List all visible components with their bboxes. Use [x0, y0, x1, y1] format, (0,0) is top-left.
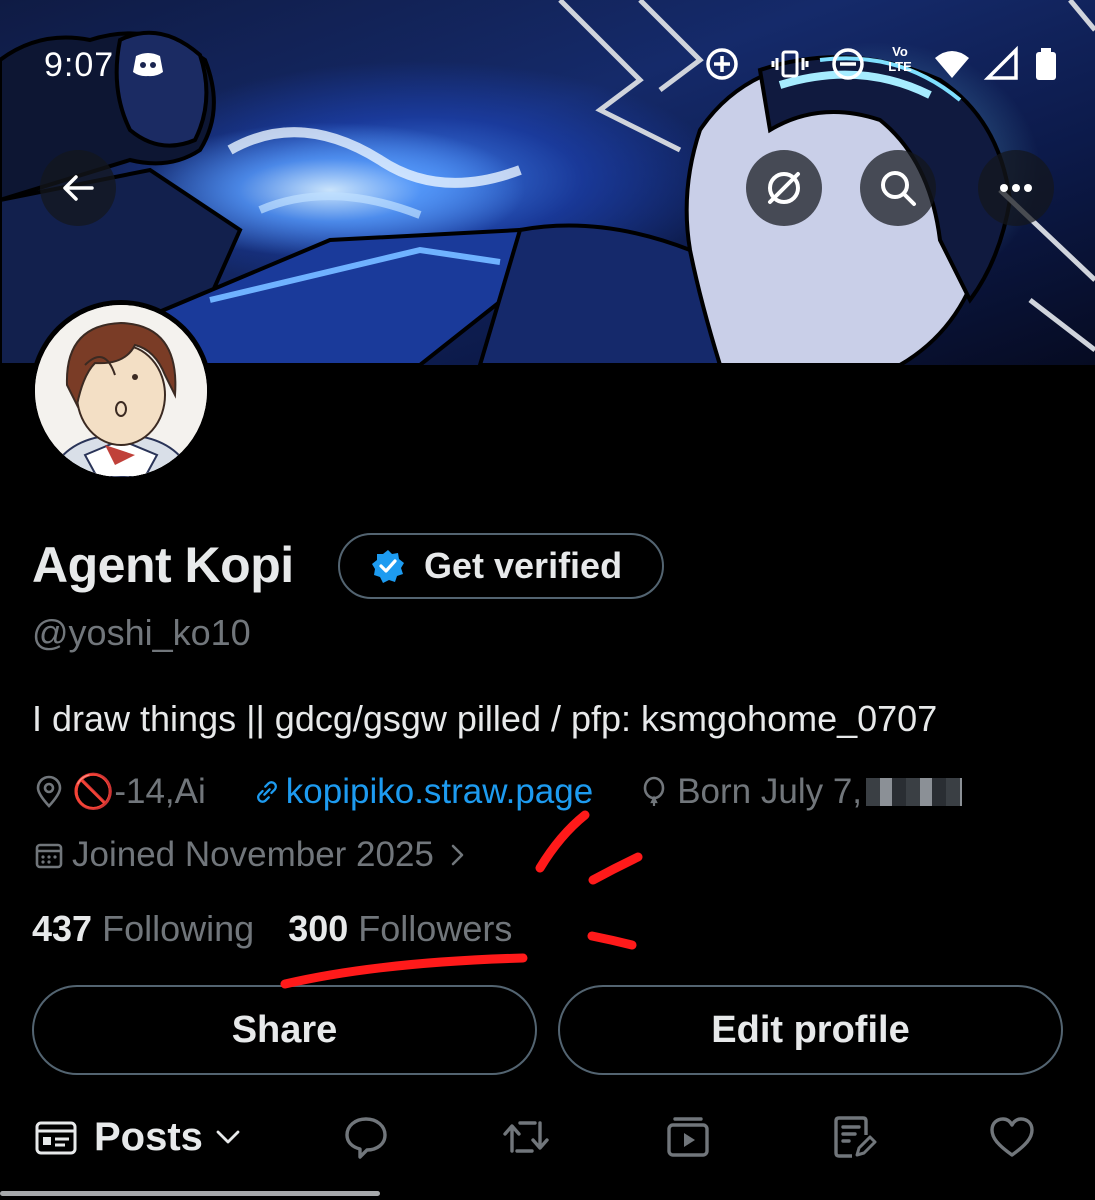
- volte-icon: Vo LTE: [880, 44, 920, 84]
- more-icon: [1000, 184, 1032, 192]
- status-bar: 9:07 Vo LTE: [0, 40, 1095, 90]
- tab-reposts[interactable]: [500, 1112, 552, 1162]
- chevron-down-icon: [216, 1130, 240, 1144]
- tab-posts[interactable]: Posts: [34, 1112, 243, 1162]
- edit-profile-button[interactable]: Edit profile: [558, 985, 1063, 1075]
- tab-media[interactable]: [664, 1112, 712, 1162]
- home-indicator: [0, 1191, 380, 1196]
- grok-button[interactable]: [746, 150, 822, 226]
- calendar-icon: [35, 843, 63, 869]
- followers-link[interactable]: 300 Followers: [288, 908, 512, 949]
- data-saver-icon: [706, 48, 738, 80]
- verified-badge-icon: [372, 550, 404, 583]
- media-icon: [667, 1117, 709, 1157]
- balloon-icon: [643, 776, 665, 806]
- profile-meta-row: 🚫 -14,Ai kopipiko.straw.page Born July 7…: [32, 772, 963, 812]
- articles-icon: [834, 1116, 877, 1158]
- wifi-icon: [935, 51, 969, 78]
- status-time: 9:07: [44, 46, 115, 84]
- posts-icon: [35, 1121, 77, 1155]
- followers-count: 300: [288, 908, 349, 949]
- dnd-icon: [832, 48, 864, 80]
- location-text: -14,Ai: [114, 772, 206, 811]
- search-icon: [881, 171, 916, 206]
- redacted-birth-year: [866, 778, 963, 806]
- search-button[interactable]: [860, 150, 936, 226]
- joined-text: Joined November 2025: [72, 835, 434, 874]
- profile-tab-bar: Posts: [0, 1098, 1095, 1178]
- display-name: Agent Kopi: [32, 537, 294, 593]
- following-link[interactable]: 437 Following: [32, 908, 264, 949]
- tab-replies[interactable]: [342, 1112, 390, 1162]
- arrow-left-icon: [63, 175, 94, 201]
- signal-icon: [983, 45, 1018, 80]
- likes-icon: [990, 1117, 1034, 1157]
- battery-icon: [1036, 48, 1056, 80]
- following-count: 437: [32, 908, 93, 949]
- volte-bottom: LTE: [888, 59, 912, 74]
- chevron-right-icon: [451, 844, 464, 866]
- grok-icon: [768, 172, 800, 204]
- discord-icon: [133, 53, 163, 77]
- profile-bio: I draw things || gdcg/gsgw pilled / pfp:…: [32, 698, 938, 739]
- tab-posts-label: Posts: [94, 1114, 203, 1159]
- follow-stats: 437 Following 300 Followers: [32, 908, 512, 950]
- replies-icon: [345, 1117, 387, 1159]
- vibrate-icon: [771, 50, 809, 78]
- volte-top: Vo: [892, 44, 908, 59]
- following-label: Following: [102, 908, 255, 949]
- link-icon: [256, 781, 277, 803]
- more-button[interactable]: [978, 150, 1054, 226]
- website-link[interactable]: kopipiko.straw.page: [286, 772, 593, 812]
- reposts-icon: [503, 1121, 549, 1153]
- share-button[interactable]: Share: [32, 985, 537, 1075]
- joined-row[interactable]: Joined November 2025: [32, 835, 470, 875]
- followers-label: Followers: [358, 908, 513, 949]
- avatar-image: [35, 305, 207, 477]
- get-verified-button[interactable]: Get verified: [338, 533, 664, 599]
- tab-likes[interactable]: [988, 1112, 1036, 1162]
- username-handle: @yoshi_ko10: [32, 612, 251, 653]
- avatar[interactable]: [30, 300, 212, 482]
- location-emoji: 🚫: [72, 773, 115, 811]
- tab-articles[interactable]: [830, 1112, 878, 1162]
- get-verified-label: Get verified: [424, 545, 623, 586]
- location-pin-icon: [36, 775, 62, 808]
- birthday-text: Born July 7,: [677, 772, 863, 811]
- back-button[interactable]: [40, 150, 116, 226]
